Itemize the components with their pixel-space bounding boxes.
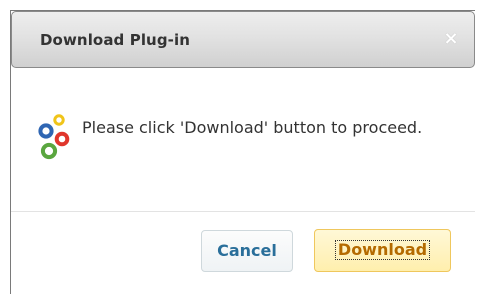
dialog-title: Download Plug-in — [40, 31, 191, 49]
download-button-label: Download — [334, 240, 431, 260]
download-plugin-dialog: Download Plug-in × Please click 'Downloa… — [10, 10, 475, 294]
plugin-dots-icon — [38, 114, 70, 160]
dialog-message: Please click 'Download' button to procee… — [82, 118, 423, 137]
dialog-divider — [11, 211, 475, 212]
cancel-button[interactable]: Cancel — [201, 230, 293, 272]
dialog-titlebar: Download Plug-in × — [11, 11, 475, 68]
close-icon[interactable]: × — [440, 26, 462, 52]
download-button[interactable]: Download — [314, 229, 451, 272]
dialog-content: Please click 'Download' button to procee… — [11, 71, 475, 213]
